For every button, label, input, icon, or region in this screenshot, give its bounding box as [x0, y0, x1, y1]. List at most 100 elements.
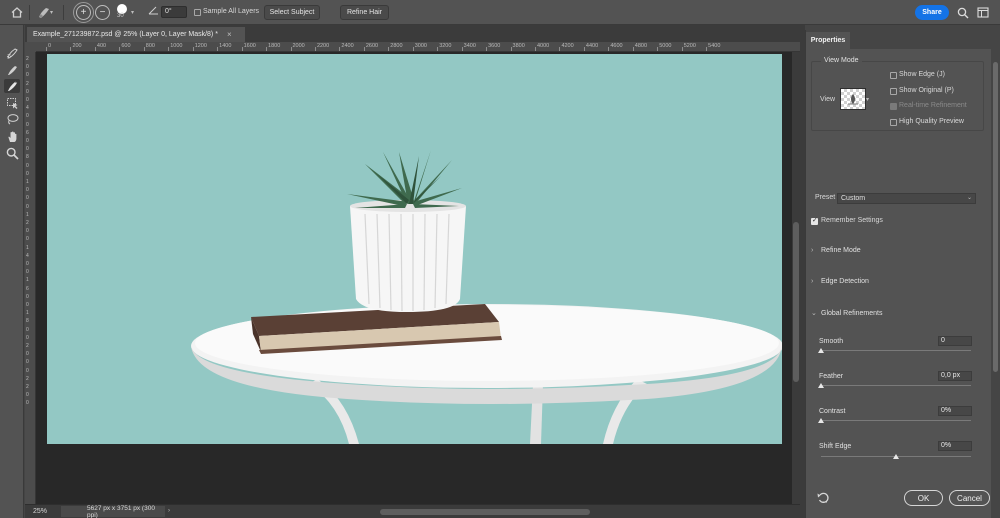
preset-value: Custom [841, 195, 866, 202]
show-edge-checkbox[interactable] [890, 72, 897, 79]
brush-tool-icon[interactable] [4, 79, 20, 93]
section-edge-detection[interactable]: › Edge Detection [811, 278, 869, 285]
close-icon[interactable]: × [227, 30, 232, 39]
reset-icon[interactable] [817, 492, 830, 507]
preset-select[interactable]: Custom ⌄ [837, 193, 976, 204]
remember-settings-checkbox[interactable] [811, 216, 818, 225]
tab-properties[interactable]: Properties [806, 32, 850, 49]
section-global-refinements[interactable]: ⌄ Global Refinements [811, 309, 882, 317]
ruler-tick [388, 47, 390, 51]
ruler-label: 3200 [439, 43, 452, 49]
real-time-refinement-checkbox [890, 103, 897, 110]
feather-slider-track[interactable] [821, 385, 971, 386]
search-icon[interactable] [954, 4, 971, 21]
smooth-label: Smooth [819, 338, 844, 345]
brush-size-value: 30 [117, 13, 124, 19]
ruler-label: 4 [26, 252, 29, 259]
ruler-label: 0 [26, 88, 29, 95]
ruler-tick [461, 47, 463, 51]
subtract-from-selection-icon[interactable]: − [95, 5, 110, 20]
smooth-slider-track[interactable] [821, 350, 971, 351]
brush-preset-chevron-icon[interactable]: ▾ [131, 9, 134, 16]
high-quality-preview-checkbox[interactable] [890, 119, 897, 126]
ruler-tick [412, 47, 414, 51]
ruler-label: 0 [26, 293, 29, 300]
view-mode-picker[interactable] [840, 88, 866, 110]
home-icon[interactable] [8, 4, 25, 21]
ok-button[interactable]: OK [904, 490, 943, 506]
ruler-label: 0 [26, 326, 29, 333]
sample-all-layers-checkbox[interactable] [194, 9, 201, 16]
ruler-label: 0 [26, 195, 29, 202]
status-bar: 25% 5627 px x 3751 px (300 ppi) › [25, 504, 800, 518]
ruler-label: 0 [26, 359, 29, 366]
chevron-down-icon: ⌄ [811, 310, 817, 317]
shift-edge-slider-handle[interactable] [893, 454, 899, 459]
high-quality-preview-label: High Quality Preview [899, 118, 964, 125]
scroll-thumb[interactable] [793, 222, 799, 382]
panel-tab-bar: Properties [806, 30, 995, 49]
ruler-tick [290, 47, 292, 51]
object-selection-tool-icon[interactable] [4, 96, 20, 110]
quick-selection-tool-icon[interactable] [4, 46, 20, 60]
workspace-icon[interactable] [974, 4, 991, 21]
zoom-tool-icon[interactable] [4, 146, 20, 160]
hand-tool-icon[interactable] [4, 129, 20, 143]
refine-edge-brush-tool-icon[interactable] [4, 63, 20, 77]
feather-value-input[interactable]: 0,0 px [938, 371, 972, 381]
show-original-checkbox[interactable] [890, 88, 897, 95]
ruler-label: 0 [26, 146, 29, 153]
chevron-down-icon: ⌄ [966, 195, 972, 201]
ruler-label: 4600 [610, 43, 623, 49]
add-to-selection-icon[interactable]: + [73, 2, 94, 23]
properties-scrollbar[interactable] [991, 32, 1000, 518]
lasso-tool-icon[interactable] [4, 112, 20, 126]
ruler-label: 5000 [659, 43, 672, 49]
feather-slider-handle[interactable] [818, 383, 824, 388]
document-tab[interactable]: Example_271239872.psd @ 25% (Layer 0, La… [27, 27, 245, 42]
share-button[interactable]: Share [915, 5, 949, 20]
angle-input[interactable]: 0° [161, 6, 187, 18]
select-subject-button[interactable]: Select Subject [264, 5, 320, 20]
ruler-tick [314, 47, 316, 51]
document-horizontal-scroll-thumb[interactable] [380, 509, 590, 515]
document-canvas[interactable] [47, 54, 782, 444]
ruler-tick [241, 47, 243, 51]
ruler-label: 0 [26, 113, 29, 120]
ruler-tick [143, 47, 145, 51]
shift-edge-value-input[interactable]: 0% [938, 441, 972, 451]
ruler-label: 4 [26, 105, 29, 112]
contrast-value-input[interactable]: 0% [938, 406, 972, 416]
zoom-level[interactable]: 25% [33, 508, 47, 515]
scroll-thumb[interactable] [993, 62, 998, 372]
ruler-label: 0 [26, 236, 29, 243]
ruler-label: 8 [26, 318, 29, 325]
ruler-label: 800 [145, 43, 155, 49]
refine-hair-button[interactable]: Refine Hair [340, 5, 389, 20]
ruler-tick [363, 47, 365, 51]
contrast-slider-track[interactable] [821, 420, 971, 421]
section-refine-mode[interactable]: › Refine Mode [811, 247, 861, 254]
show-original-label: Show Original (P) [899, 87, 954, 94]
ruler-tick [657, 47, 659, 51]
ruler-tick [510, 47, 512, 51]
ruler-label: 3400 [463, 43, 476, 49]
ruler-tick [94, 47, 96, 51]
ruler-tick [535, 47, 536, 51]
document-vertical-scrollbar[interactable] [792, 52, 800, 504]
ruler-label: 1000 [170, 43, 183, 49]
cancel-button[interactable]: Cancel [949, 490, 990, 506]
ruler-tick [632, 47, 634, 51]
document-info-chevron-icon[interactable]: › [168, 508, 170, 514]
section-label: Refine Mode [821, 247, 861, 254]
shift-edge-label: Shift Edge [819, 443, 852, 450]
tool-preset-chevron-icon[interactable]: ▾ [50, 9, 53, 16]
preset-label: Preset [815, 194, 836, 201]
ruler-label: 400 [96, 43, 107, 49]
ruler-label: 1 [26, 211, 29, 218]
contrast-slider-handle[interactable] [818, 418, 824, 423]
chevron-right-icon: › [811, 247, 814, 254]
smooth-value-input[interactable]: 0 [938, 336, 972, 346]
smooth-slider-handle[interactable] [818, 348, 824, 353]
view-mode-chevron-icon[interactable]: ▾ [866, 96, 869, 103]
